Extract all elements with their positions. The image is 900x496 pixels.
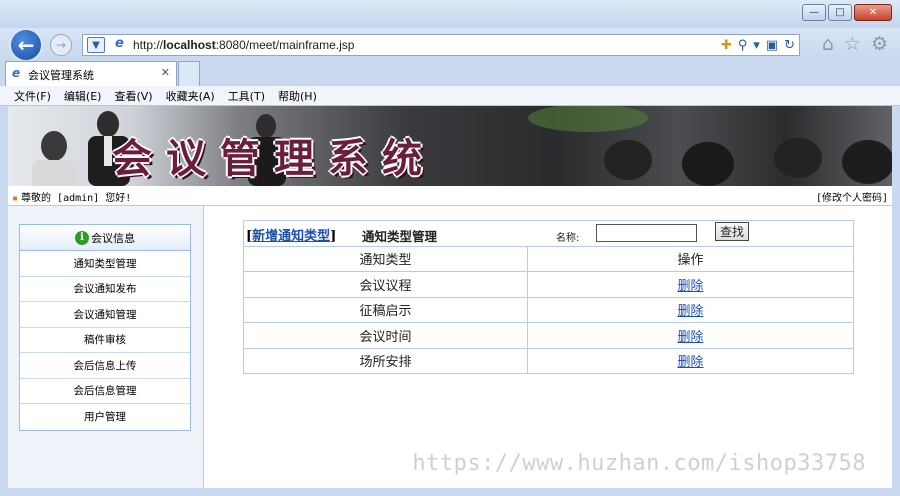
tab-meeting-system[interactable]: e 会议管理系统 ✕: [5, 61, 177, 86]
address-bar[interactable]: ▼ e http://localhost:8080/meet/mainframe…: [82, 34, 800, 56]
banner: 会议管理系统: [8, 106, 892, 186]
refresh-icon[interactable]: ↻: [784, 38, 795, 53]
sidebar-menu: i 会议信息 通知类型管理 会议通知发布 会议通知管理 稿件审核 会后信息上传 …: [19, 224, 191, 431]
notice-type-table: [新增通知类型] 通知类型管理 名称: 查找 通知类型 操作 会议议程 删除 征…: [243, 220, 854, 374]
delete-link[interactable]: 删除: [677, 355, 703, 370]
search-label: 名称:: [556, 233, 580, 244]
sidebar-item-post-manage[interactable]: 会后信息管理: [20, 379, 190, 404]
sidebar-header: i 会议信息: [20, 225, 190, 251]
table-toolbar: [新增通知类型] 通知类型管理 名称: 查找: [243, 220, 854, 247]
add-notice-type-link[interactable]: 新增通知类型: [252, 229, 330, 244]
menu-favorites[interactable]: 收藏夹(A): [166, 88, 215, 104]
star-icon[interactable]: ☆: [844, 33, 861, 55]
cell-type: 场所安排: [243, 347, 528, 374]
table-header: 通知类型 操作: [243, 245, 854, 272]
browser-right-tools: ⌂ ☆ ⚙: [822, 33, 888, 55]
menu-bar: 文件(F) 编辑(E) 查看(V) 收藏夹(A) 工具(T) 帮助(H): [0, 86, 900, 106]
close-window-button[interactable]: ✕: [854, 4, 892, 21]
sidebar-item-post-upload[interactable]: 会后信息上传: [20, 353, 190, 379]
address-tools: ✚ ⚲ ▾ ▣ ↻: [721, 36, 795, 54]
sidebar-item-notice-type[interactable]: 通知类型管理: [20, 251, 190, 277]
dropdown-icon[interactable]: ▾: [753, 38, 760, 53]
bullet-icon: ▪: [12, 193, 19, 204]
delete-link[interactable]: 删除: [677, 330, 703, 345]
page-content: 会议管理系统 ▪ 尊敬的 [admin] 您好! [修改个人密码] i 会议信息 …: [8, 106, 892, 488]
close-icon[interactable]: ✕: [161, 66, 170, 79]
maximize-button[interactable]: □: [828, 4, 852, 21]
column-header-type: 通知类型: [243, 245, 528, 272]
menu-file[interactable]: 文件(F): [14, 88, 51, 104]
sidebar-item-notice-manage[interactable]: 会议通知管理: [20, 302, 190, 328]
tab-bar: e 会议管理系统 ✕: [0, 60, 900, 86]
back-icon[interactable]: ←: [9, 28, 43, 62]
address-url[interactable]: http://localhost:8080/meet/mainframe.jsp: [133, 38, 354, 52]
window-controls: — □ ✕: [802, 4, 892, 21]
minimize-button[interactable]: —: [802, 4, 826, 21]
new-tab-button[interactable]: [178, 61, 200, 86]
tab-title: 会议管理系统: [28, 69, 94, 82]
search-input[interactable]: [596, 224, 697, 242]
cell-action: 删除: [527, 322, 854, 349]
ie-icon: e: [115, 36, 124, 51]
cell-action: 删除: [527, 296, 854, 323]
browser-navbar: ← → ▼ e http://localhost:8080/meet/mainf…: [0, 28, 900, 62]
search-icon[interactable]: ⚲: [738, 38, 748, 53]
delete-link[interactable]: 删除: [677, 279, 703, 294]
home-icon[interactable]: ⌂: [822, 33, 834, 55]
menu-view[interactable]: 查看(V): [114, 88, 152, 104]
table-row: 会议议程 删除: [243, 271, 854, 298]
add-notice-type: [新增通知类型]: [246, 229, 337, 244]
banner-title: 会议管理系统: [112, 135, 436, 182]
page-title: 通知类型管理: [362, 229, 438, 244]
user-bar: ▪ 尊敬的 [admin] 您好! [修改个人密码]: [8, 188, 892, 206]
search-button[interactable]: 查找: [715, 222, 749, 241]
table-row: 征稿启示 删除: [243, 296, 854, 323]
sidebar-item-manuscript-review[interactable]: 稿件审核: [20, 328, 190, 353]
sidebar-header-label: 会议信息: [91, 231, 135, 245]
forward-icon[interactable]: →: [50, 34, 72, 56]
addon-icon[interactable]: ✚: [721, 38, 732, 53]
cell-type: 征稿启示: [243, 296, 528, 323]
table-row: 场所安排 删除: [243, 347, 854, 374]
delete-link[interactable]: 删除: [677, 304, 703, 319]
table-toolbar-row: [新增通知类型] 通知类型管理 名称: 查找: [243, 220, 854, 247]
watermark: https://www.huzhan.com/ishop33758: [412, 451, 866, 476]
window-titlebar: — □ ✕: [0, 0, 900, 28]
greeting-text: 尊敬的 [admin] 您好!: [21, 193, 132, 204]
menu-help[interactable]: 帮助(H): [278, 88, 317, 104]
cell-type: 会议时间: [243, 322, 528, 349]
page-icon[interactable]: ▣: [766, 38, 778, 53]
menu-tools[interactable]: 工具(T): [228, 88, 265, 104]
cell-type: 会议议程: [243, 271, 528, 298]
cell-action: 删除: [527, 347, 854, 374]
info-icon: i: [75, 230, 89, 245]
cell-action: 删除: [527, 271, 854, 298]
menu-edit[interactable]: 编辑(E): [64, 88, 102, 104]
sidebar-item-notice-publish[interactable]: 会议通知发布: [20, 277, 190, 302]
change-password-link[interactable]: [修改个人密码]: [816, 189, 888, 204]
sidebar-item-user-manage[interactable]: 用户管理: [20, 404, 190, 430]
ie-icon: e: [12, 66, 21, 80]
compat-icon[interactable]: ▼: [87, 37, 105, 53]
user-greeting: ▪ 尊敬的 [admin] 您好!: [12, 189, 131, 204]
column-header-action: 操作: [527, 245, 854, 272]
gear-icon[interactable]: ⚙: [871, 33, 888, 55]
table-row: 会议时间 删除: [243, 322, 854, 349]
